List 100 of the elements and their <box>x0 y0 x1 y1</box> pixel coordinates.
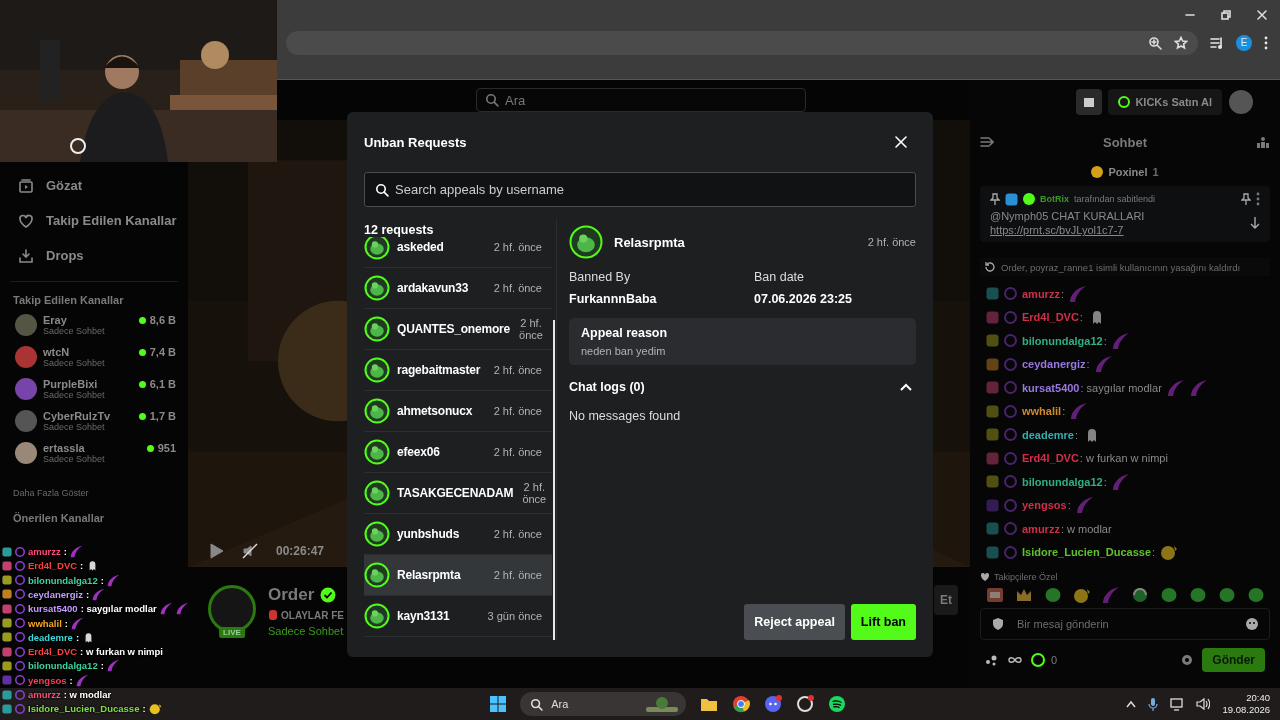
channel-item[interactable]: PurpleBixi Sadece Sohbet 6,1 B <box>0 376 188 408</box>
chat-username[interactable]: bilonundalga12 <box>28 574 98 586</box>
badge-icon <box>1004 475 1017 489</box>
channel-status: Sadece Sohbet <box>43 358 106 368</box>
request-item[interactable]: kayn3131 3 gün önce <box>364 596 552 637</box>
user-avatar[interactable] <box>1228 89 1254 115</box>
reject-button[interactable]: Reject appeal <box>744 604 845 640</box>
chat-message: : <box>100 660 104 672</box>
chat-username[interactable]: amurzz <box>1022 287 1060 300</box>
restore-icon[interactable] <box>1220 9 1232 21</box>
chat-username[interactable]: deademre <box>1022 428 1074 441</box>
chat-username[interactable]: bilonundalga12 <box>28 660 98 672</box>
search-field[interactable]: Search appeals by username <box>364 172 916 207</box>
volume-icon[interactable] <box>1196 697 1211 711</box>
channel-name: Order <box>268 585 315 605</box>
play-icon[interactable] <box>208 543 224 559</box>
nav-item[interactable]: Gözat <box>0 168 188 203</box>
chat-username[interactable]: amurzz <box>28 546 61 558</box>
search-field[interactable]: Ara <box>520 692 687 716</box>
chat-username[interactable]: ceydanergiz <box>1022 358 1086 371</box>
chat-username[interactable]: amurzz <box>28 689 61 701</box>
chat-username[interactable]: Isidore_Lucien_Ducasse <box>1022 546 1151 559</box>
pin-icon[interactable] <box>1241 193 1251 205</box>
request-item[interactable]: Relasrpmta 2 hf. önce <box>364 555 552 596</box>
chat-username[interactable]: deademre <box>28 631 73 643</box>
chat-username[interactable]: kursat5400 <box>1022 381 1080 394</box>
chat-username[interactable]: kursat5400 <box>28 603 78 615</box>
folder-icon[interactable] <box>700 696 719 712</box>
star-icon[interactable] <box>1174 35 1188 50</box>
emoji-icon[interactable] <box>1245 617 1259 631</box>
chevron-up-icon[interactable] <box>1126 700 1137 708</box>
settings-icon[interactable] <box>1180 653 1195 667</box>
badge-icon <box>1004 334 1017 348</box>
badge-icon <box>2 646 12 657</box>
channel-item[interactable]: ertassla Sadece Sohbet 951 <box>0 440 188 472</box>
media-icon[interactable] <box>1210 35 1224 50</box>
display-icon[interactable] <box>1170 697 1185 711</box>
chat-username[interactable]: yengsos <box>1022 499 1067 512</box>
microphone-icon[interactable] <box>1148 697 1159 711</box>
show-more-link[interactable]: Daha Fazla Göster <box>0 472 188 512</box>
menu-icon[interactable] <box>1264 35 1268 50</box>
chat-username[interactable]: bilonundalga12 <box>1022 334 1103 347</box>
gifter-name: Poxinel <box>1108 166 1148 178</box>
windows-icon[interactable] <box>490 696 507 712</box>
app-icon[interactable] <box>796 695 815 713</box>
system-message: Order, poyraz_ranne1 isimli kullanıcının yasağını kaldırdı <box>1001 261 1241 273</box>
search-icon <box>485 93 499 107</box>
browse-icon <box>18 177 34 194</box>
channel-item[interactable]: CyberRulzTv Sadece Sohbet 1,7 B <box>0 408 188 440</box>
chat-username[interactable]: Isidore_Lucien_Ducasse <box>28 703 140 715</box>
request-item[interactable]: ahmetsonucx 2 hf. önce <box>364 391 552 432</box>
nav-item[interactable]: Takip Edilen Kanallar <box>0 203 188 238</box>
collapse-icon[interactable] <box>980 135 994 149</box>
username: ardakavun33 <box>397 281 469 295</box>
users-icon[interactable] <box>1256 135 1270 149</box>
chat-username[interactable]: Erd4l_DVC <box>1022 311 1079 324</box>
chat-message: : <box>1060 287 1064 300</box>
kicks-button[interactable]: KICKs Satın Al <box>1108 89 1222 115</box>
channel-name: ertassla <box>43 442 86 454</box>
browser-icon[interactable] <box>732 695 751 713</box>
follow-button[interactable]: Et <box>934 585 958 615</box>
chat-username[interactable]: bilonundalga12 <box>1022 475 1103 488</box>
mute-icon[interactable] <box>242 543 258 559</box>
chat-username[interactable]: ceydanergiz <box>28 588 83 600</box>
badge-icon <box>2 689 12 700</box>
chat-message: : <box>1067 499 1071 512</box>
chat-username[interactable]: Erd4l_DVC <box>1022 452 1079 465</box>
chat-username[interactable]: Erd4l_DVC <box>28 560 78 572</box>
field-value: 07.06.2026 23:25 <box>754 292 853 306</box>
lift-ban-button[interactable]: Lift ban <box>850 604 916 640</box>
viewer-count: 951 <box>157 442 176 454</box>
chat-username[interactable]: amurzz <box>1022 522 1060 535</box>
chat-username[interactable]: wwhalil <box>28 617 62 629</box>
search-field[interactable]: Ara <box>476 88 806 112</box>
request-item[interactable]: ardakavun33 2 hf. önce <box>364 268 552 309</box>
menu-icon[interactable] <box>1256 192 1260 206</box>
nav-item[interactable]: Drops <box>0 238 188 273</box>
badge-icon <box>986 404 999 418</box>
channel-item[interactable]: Eray Sadece Sohbet 8,6 B <box>0 312 188 344</box>
request-item[interactable]: ragebaitmaster 2 hf. önce <box>364 350 552 391</box>
arrow-down-icon[interactable] <box>1250 216 1260 230</box>
message-input[interactable]: Bir mesaj gönderin <box>980 608 1270 640</box>
channel-item[interactable]: wtcN Sadece Sohbet 7,4 B <box>0 344 188 376</box>
pinned-link[interactable]: https://prnt.sc/bvJLyol1c7-7 <box>990 224 1250 236</box>
chat-app-icon[interactable] <box>764 695 783 713</box>
chat-message: : <box>1079 311 1083 324</box>
chat-username[interactable]: wwhalil <box>1022 405 1062 418</box>
search-icon <box>530 697 544 711</box>
zoom-icon[interactable] <box>1148 35 1162 50</box>
send-button[interactable]: Gönder <box>1202 648 1265 672</box>
chat-logs-toggle[interactable]: Chat logs (0) <box>569 380 916 394</box>
music-app-icon[interactable] <box>828 695 847 713</box>
chat-username[interactable]: Erd4l_DVC <box>28 646 78 658</box>
request-item[interactable]: efeex06 2 hf. önce <box>364 432 552 473</box>
user-avatar <box>364 398 390 424</box>
request-item[interactable]: askeded 2 hf. önce <box>364 237 552 268</box>
close-icon[interactable] <box>1256 9 1268 21</box>
badge-icon <box>1004 310 1017 324</box>
chat-username[interactable]: yengsos <box>28 674 67 686</box>
playback-time: 00:26:47 <box>276 544 325 558</box>
